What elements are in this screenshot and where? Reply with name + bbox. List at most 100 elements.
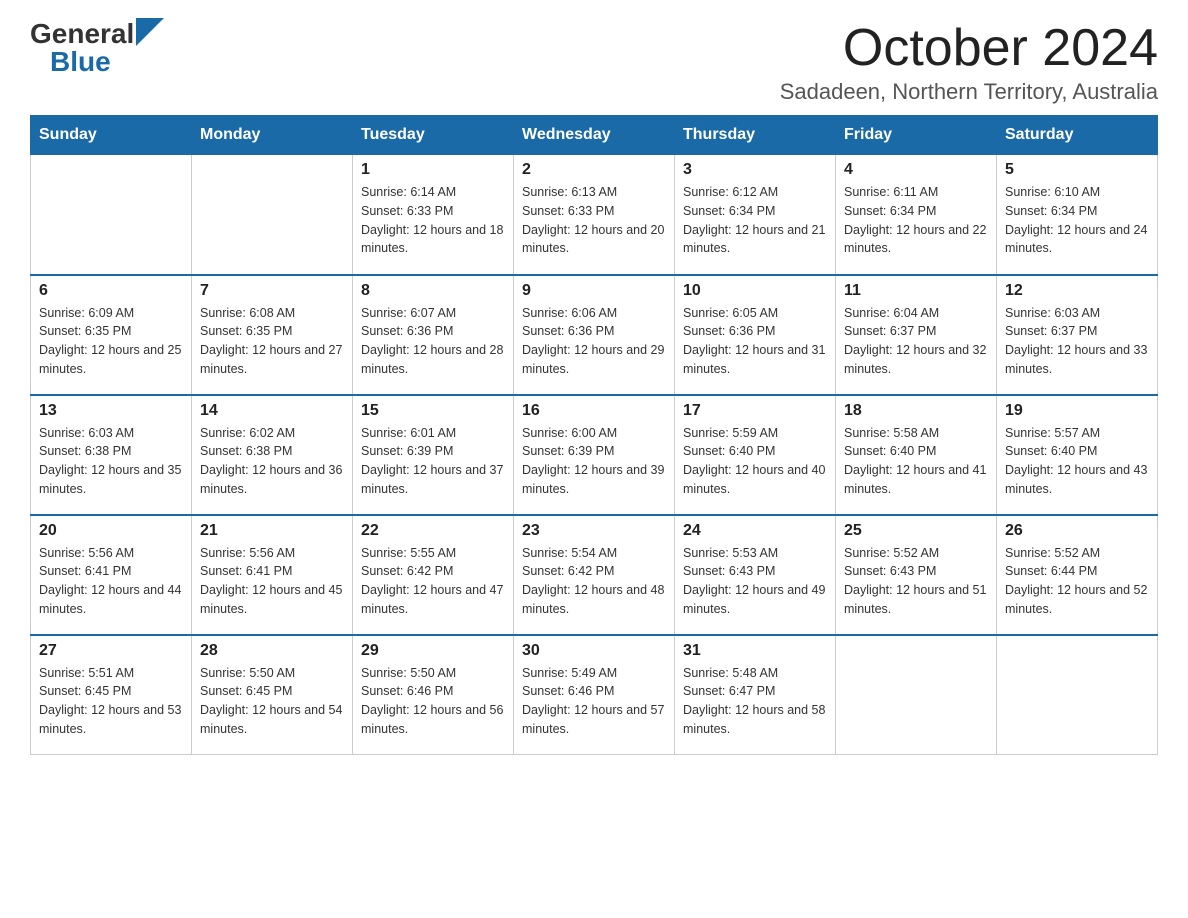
month-title: October 2024	[780, 20, 1158, 77]
calendar-cell: 27Sunrise: 5:51 AM Sunset: 6:45 PM Dayli…	[31, 635, 192, 755]
weekday-header-row: SundayMondayTuesdayWednesdayThursdayFrid…	[31, 116, 1158, 155]
day-info: Sunrise: 6:10 AM Sunset: 6:34 PM Dayligh…	[1005, 183, 1149, 258]
day-info: Sunrise: 6:00 AM Sunset: 6:39 PM Dayligh…	[522, 424, 666, 499]
calendar-cell: 4 Sunrise: 6:11 AM Sunset: 6:34 PM Daylig…	[836, 155, 997, 275]
calendar-cell	[31, 155, 192, 275]
day-number: 14	[200, 402, 344, 420]
logo-general-text: General	[30, 20, 134, 48]
day-info: Sunrise: 6:13 AM Sunset: 6:33 PM Dayligh…	[522, 183, 666, 258]
day-number: 26	[1005, 522, 1149, 540]
calendar-cell: 3Sunrise: 6:12 AM Sunset: 6:34 PM Daylig…	[675, 155, 836, 275]
day-info: Sunrise: 5:53 AM Sunset: 6:43 PM Dayligh…	[683, 544, 827, 619]
day-number: 13	[39, 402, 183, 420]
calendar-cell	[997, 635, 1158, 755]
day-number: 31	[683, 642, 827, 660]
calendar-cell: 30 Sunrise: 5:49 AM Sunset: 6:46 PM Dayli…	[514, 635, 675, 755]
calendar-cell: 17Sunrise: 5:59 AM Sunset: 6:40 PM Dayli…	[675, 395, 836, 515]
day-number: 22	[361, 522, 505, 540]
day-number: 28	[200, 642, 344, 660]
day-info: Sunrise: 6:03 AM Sunset: 6:38 PM Dayligh…	[39, 424, 183, 499]
day-number: 18	[844, 402, 988, 420]
day-number: 25	[844, 522, 988, 540]
day-info: Sunrise: 5:56 AM Sunset: 6:41 PM Dayligh…	[39, 544, 183, 619]
calendar-cell: 8 Sunrise: 6:07 AM Sunset: 6:36 PM Daylig…	[353, 275, 514, 395]
day-info: Sunrise: 5:50 AM Sunset: 6:46 PM Dayligh…	[361, 664, 505, 739]
day-number: 1	[361, 161, 505, 179]
day-number: 29	[361, 642, 505, 660]
weekday-header-wednesday: Wednesday	[514, 116, 675, 155]
calendar-cell: 12Sunrise: 6:03 AM Sunset: 6:37 PM Dayli…	[997, 275, 1158, 395]
calendar-cell: 20 Sunrise: 5:56 AM Sunset: 6:41 PM Dayli…	[31, 515, 192, 635]
day-info: Sunrise: 5:52 AM Sunset: 6:43 PM Dayligh…	[844, 544, 988, 619]
day-info: Sunrise: 5:52 AM Sunset: 6:44 PM Dayligh…	[1005, 544, 1149, 619]
logo-blue-text: Blue	[50, 48, 111, 76]
week-row-5: 27Sunrise: 5:51 AM Sunset: 6:45 PM Dayli…	[31, 635, 1158, 755]
calendar-table: SundayMondayTuesdayWednesdayThursdayFrid…	[30, 115, 1158, 755]
calendar-cell: 25 Sunrise: 5:52 AM Sunset: 6:43 PM Dayli…	[836, 515, 997, 635]
day-number: 30	[522, 642, 666, 660]
calendar-cell: 29 Sunrise: 5:50 AM Sunset: 6:46 PM Dayli…	[353, 635, 514, 755]
calendar-cell: 24 Sunrise: 5:53 AM Sunset: 6:43 PM Dayli…	[675, 515, 836, 635]
weekday-header-tuesday: Tuesday	[353, 116, 514, 155]
day-info: Sunrise: 6:04 AM Sunset: 6:37 PM Dayligh…	[844, 304, 988, 379]
calendar-cell: 1Sunrise: 6:14 AM Sunset: 6:33 PM Daylig…	[353, 155, 514, 275]
calendar-cell: 31 Sunrise: 5:48 AM Sunset: 6:47 PM Dayli…	[675, 635, 836, 755]
calendar-cell: 26 Sunrise: 5:52 AM Sunset: 6:44 PM Dayli…	[997, 515, 1158, 635]
day-number: 8	[361, 282, 505, 300]
weekday-header-sunday: Sunday	[31, 116, 192, 155]
day-number: 17	[683, 402, 827, 420]
day-info: Sunrise: 5:51 AM Sunset: 6:45 PM Dayligh…	[39, 664, 183, 739]
day-info: Sunrise: 5:54 AM Sunset: 6:42 PM Dayligh…	[522, 544, 666, 619]
day-info: Sunrise: 6:09 AM Sunset: 6:35 PM Dayligh…	[39, 304, 183, 379]
calendar-cell: 2 Sunrise: 6:13 AM Sunset: 6:33 PM Daylig…	[514, 155, 675, 275]
day-number: 11	[844, 282, 988, 300]
calendar-cell: 18 Sunrise: 5:58 AM Sunset: 6:40 PM Dayli…	[836, 395, 997, 515]
day-number: 5	[1005, 161, 1149, 179]
day-number: 2	[522, 161, 666, 179]
day-number: 15	[361, 402, 505, 420]
calendar-cell: 11 Sunrise: 6:04 AM Sunset: 6:37 PM Dayli…	[836, 275, 997, 395]
day-number: 10	[683, 282, 827, 300]
calendar-cell: 16 Sunrise: 6:00 AM Sunset: 6:39 PM Dayli…	[514, 395, 675, 515]
day-info: Sunrise: 5:58 AM Sunset: 6:40 PM Dayligh…	[844, 424, 988, 499]
day-info: Sunrise: 5:50 AM Sunset: 6:45 PM Dayligh…	[200, 664, 344, 739]
day-info: Sunrise: 5:49 AM Sunset: 6:46 PM Dayligh…	[522, 664, 666, 739]
week-row-2: 6 Sunrise: 6:09 AM Sunset: 6:35 PM Daylig…	[31, 275, 1158, 395]
day-number: 19	[1005, 402, 1149, 420]
logo: General Blue	[30, 20, 164, 76]
day-info: Sunrise: 6:07 AM Sunset: 6:36 PM Dayligh…	[361, 304, 505, 379]
day-info: Sunrise: 6:05 AM Sunset: 6:36 PM Dayligh…	[683, 304, 827, 379]
day-info: Sunrise: 6:02 AM Sunset: 6:38 PM Dayligh…	[200, 424, 344, 499]
week-row-3: 13 Sunrise: 6:03 AM Sunset: 6:38 PM Dayli…	[31, 395, 1158, 515]
weekday-header-monday: Monday	[192, 116, 353, 155]
calendar-cell: 23Sunrise: 5:54 AM Sunset: 6:42 PM Dayli…	[514, 515, 675, 635]
day-number: 16	[522, 402, 666, 420]
day-number: 4	[844, 161, 988, 179]
weekday-header-thursday: Thursday	[675, 116, 836, 155]
calendar-header: SundayMondayTuesdayWednesdayThursdayFrid…	[31, 116, 1158, 155]
calendar-cell: 15Sunrise: 6:01 AM Sunset: 6:39 PM Dayli…	[353, 395, 514, 515]
calendar-cell: 19Sunrise: 5:57 AM Sunset: 6:40 PM Dayli…	[997, 395, 1158, 515]
week-row-4: 20 Sunrise: 5:56 AM Sunset: 6:41 PM Dayli…	[31, 515, 1158, 635]
day-info: Sunrise: 5:55 AM Sunset: 6:42 PM Dayligh…	[361, 544, 505, 619]
day-number: 20	[39, 522, 183, 540]
weekday-header-saturday: Saturday	[997, 116, 1158, 155]
calendar-cell: 6 Sunrise: 6:09 AM Sunset: 6:35 PM Daylig…	[31, 275, 192, 395]
day-info: Sunrise: 5:48 AM Sunset: 6:47 PM Dayligh…	[683, 664, 827, 739]
page-header: General Blue October 2024 Sadadeen, Nort…	[30, 20, 1158, 105]
day-number: 12	[1005, 282, 1149, 300]
day-number: 6	[39, 282, 183, 300]
calendar-cell: 28 Sunrise: 5:50 AM Sunset: 6:45 PM Dayli…	[192, 635, 353, 755]
logo-triangle-icon	[136, 18, 164, 46]
calendar-body: 1Sunrise: 6:14 AM Sunset: 6:33 PM Daylig…	[31, 155, 1158, 755]
day-number: 21	[200, 522, 344, 540]
day-info: Sunrise: 6:11 AM Sunset: 6:34 PM Dayligh…	[844, 183, 988, 258]
location-title: Sadadeen, Northern Territory, Australia	[780, 79, 1158, 105]
calendar-cell: 21Sunrise: 5:56 AM Sunset: 6:41 PM Dayli…	[192, 515, 353, 635]
weekday-header-friday: Friday	[836, 116, 997, 155]
calendar-cell: 7Sunrise: 6:08 AM Sunset: 6:35 PM Daylig…	[192, 275, 353, 395]
day-number: 24	[683, 522, 827, 540]
title-block: October 2024 Sadadeen, Northern Territor…	[780, 20, 1158, 105]
calendar-cell: 9Sunrise: 6:06 AM Sunset: 6:36 PM Daylig…	[514, 275, 675, 395]
calendar-cell: 5 Sunrise: 6:10 AM Sunset: 6:34 PM Daylig…	[997, 155, 1158, 275]
